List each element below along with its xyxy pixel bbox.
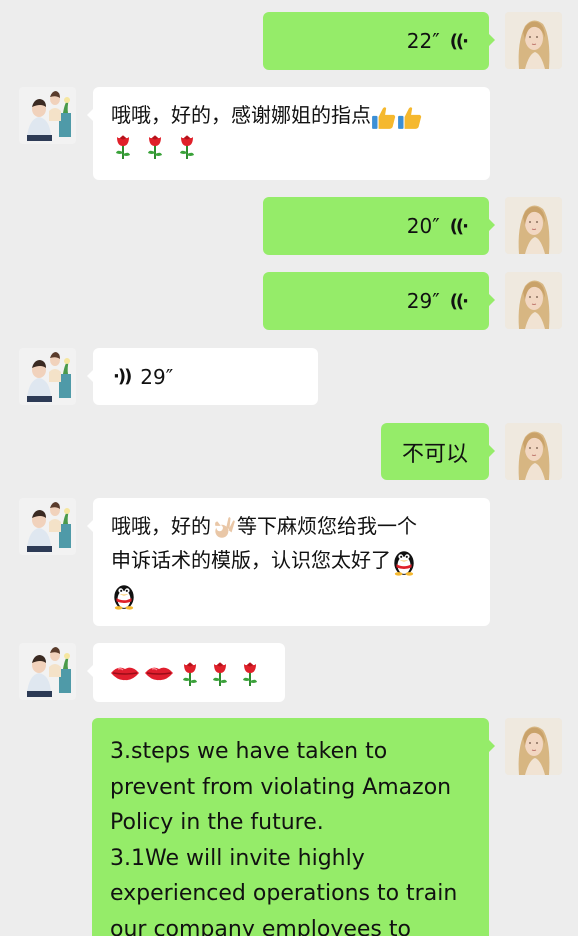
message-line: 3.1We will invite highly <box>110 845 365 871</box>
rose-icon <box>145 132 165 160</box>
voice-wave-icon: ·)) <box>113 366 132 387</box>
sent-voice-message[interactable]: 29″ ((· <box>263 272 495 330</box>
rose-icon <box>210 659 230 687</box>
rose-icon <box>113 132 133 160</box>
sent-text-message[interactable]: 3.steps we have taken to prevent from vi… <box>92 718 495 936</box>
my-avatar[interactable] <box>505 423 562 480</box>
voice-duration: 22″ <box>406 29 440 53</box>
message-line: 3.steps we have taken to <box>110 739 388 764</box>
thumbs-up-icon <box>371 104 397 130</box>
message-text: 哦哦，好的 <box>111 514 211 538</box>
sent-voice-message[interactable]: 20″ ((· <box>263 197 495 255</box>
rose-icon <box>177 132 197 160</box>
message-text: 哦哦，好的，感谢娜姐的指点 <box>111 103 371 127</box>
voice-duration: 20″ <box>406 214 440 238</box>
rose-icon <box>240 659 260 687</box>
contact-avatar[interactable] <box>19 498 76 555</box>
voice-duration: 29″ <box>140 364 174 389</box>
rose-icon <box>180 659 200 687</box>
my-avatar[interactable] <box>505 12 562 69</box>
lips-icon <box>144 664 174 682</box>
chat-area: 22″ ((· 哦哦，好的，感谢娜姐的指点 20″ ((· 29″ ((· ·)… <box>0 0 578 936</box>
penguin-icon <box>391 548 417 576</box>
message-text: 申诉话术的模版，认识您太好了 <box>111 548 391 572</box>
my-avatar[interactable] <box>505 718 562 775</box>
message-text: 等下麻烦您给我一个 <box>237 514 417 538</box>
my-avatar[interactable] <box>505 197 562 254</box>
thumbs-up-icon <box>397 104 423 130</box>
sent-text-message[interactable]: 不可以 <box>381 423 495 480</box>
contact-avatar[interactable] <box>19 87 76 144</box>
received-text-message[interactable]: 哦哦，好的，感谢娜姐的指点 <box>87 87 490 180</box>
penguin-icon <box>111 582 137 610</box>
received-emoji-message[interactable] <box>87 643 285 702</box>
contact-avatar[interactable] <box>19 348 76 405</box>
voice-duration: 29″ <box>406 289 440 313</box>
my-avatar[interactable] <box>505 272 562 329</box>
message-text: 不可以 <box>401 441 468 467</box>
sent-voice-message[interactable]: 22″ ((· <box>263 12 495 70</box>
voice-wave-icon: ((· <box>449 30 469 52</box>
contact-avatar[interactable] <box>19 643 76 700</box>
message-line: prevent from violating Amazon <box>110 774 452 800</box>
received-text-message[interactable]: 哦哦，好的 等下麻烦您给我一个 申诉话术的模版，认识您太好了 <box>87 498 490 626</box>
lips-icon <box>110 664 140 682</box>
ok-hand-icon <box>211 515 237 541</box>
received-voice-message[interactable]: ·)) 29″ <box>87 348 318 405</box>
voice-wave-icon: ((· <box>449 215 469 237</box>
message-line: experienced operations to train <box>110 881 458 906</box>
message-line: our company employees to <box>110 916 411 936</box>
message-line: Policy in the future. <box>110 810 324 835</box>
voice-wave-icon: ((· <box>449 290 469 312</box>
